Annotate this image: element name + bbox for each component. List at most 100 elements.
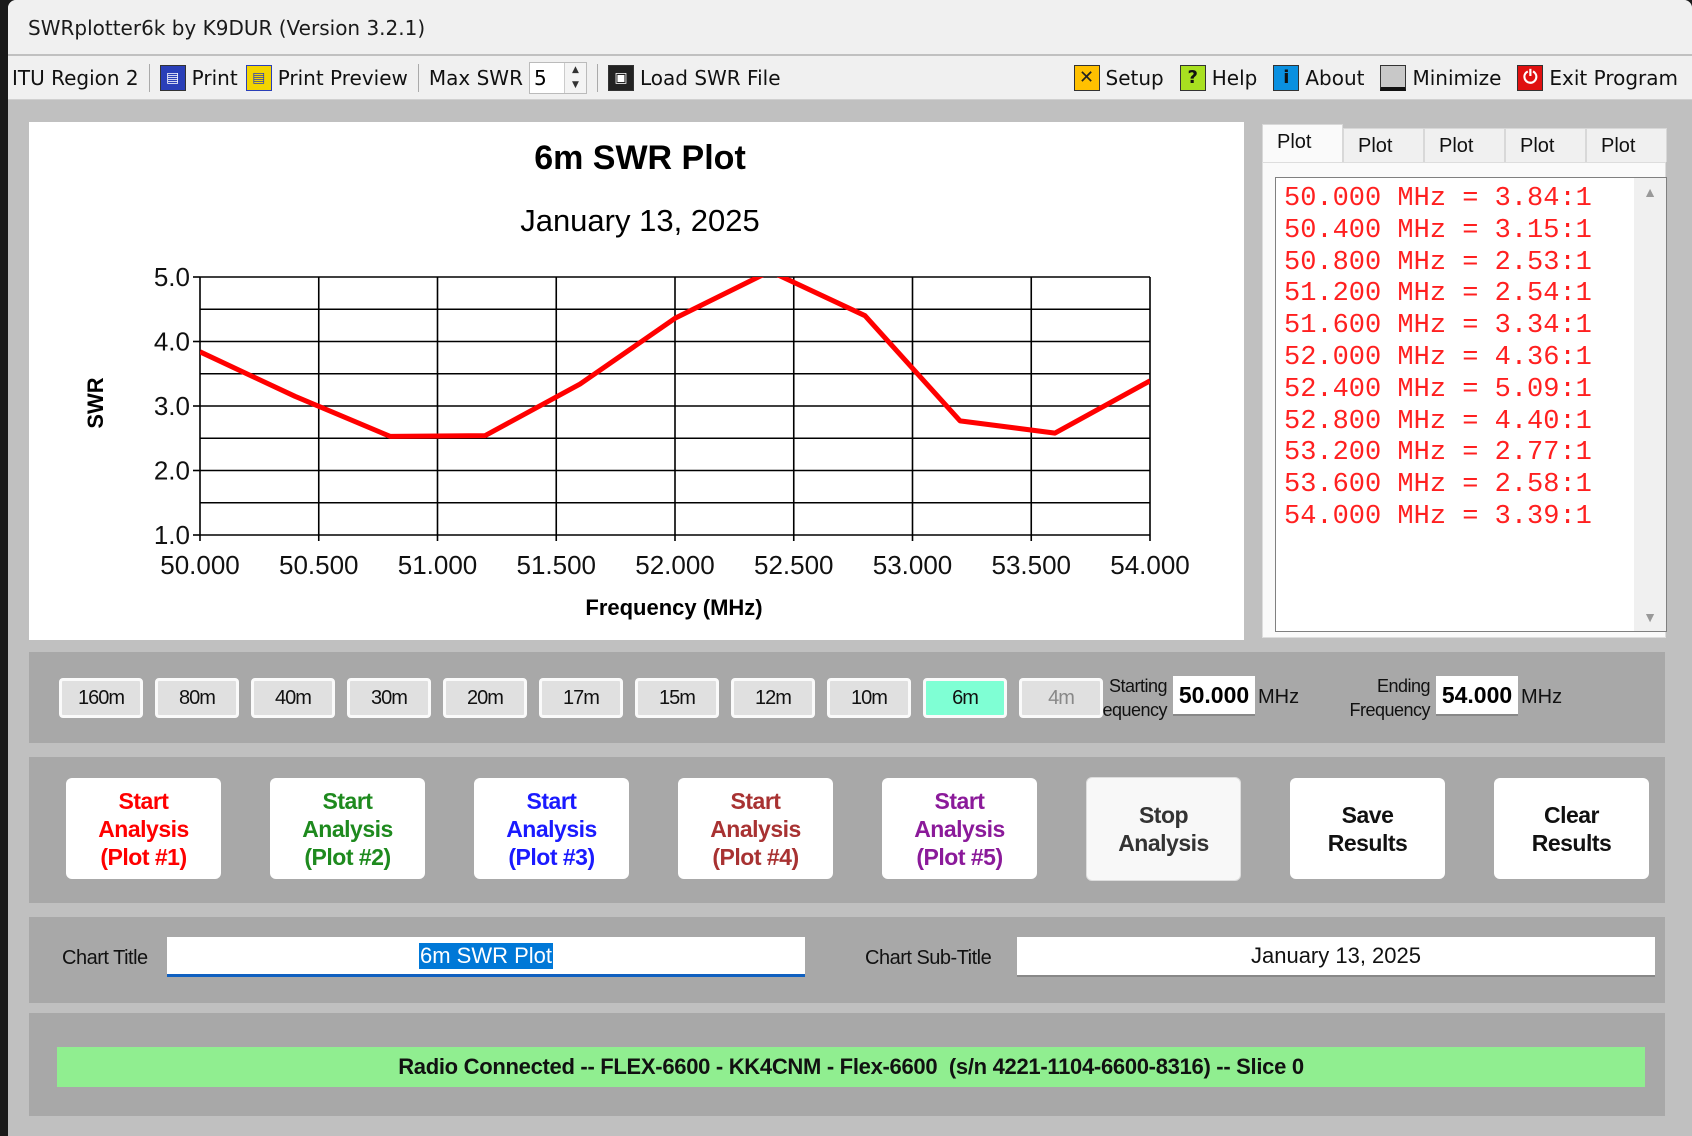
results-scrollbar[interactable]: ▲ ▼ xyxy=(1634,178,1666,631)
band-button-17m[interactable]: 17m xyxy=(539,678,623,718)
load-swr-file-button[interactable]: ▣ Load SWR File xyxy=(604,60,785,96)
y-tick-label: 4.0 xyxy=(154,327,190,357)
tab-plot-1[interactable]: Plot 1 xyxy=(1262,124,1343,187)
about-button[interactable]: i About xyxy=(1269,60,1368,96)
max-swr-input[interactable] xyxy=(529,62,564,93)
result-row: 51.200 MHz = 2.54:1 xyxy=(1284,279,1592,310)
band-button-15m[interactable]: 15m xyxy=(635,678,719,718)
result-row: 50.000 MHz = 3.84:1 xyxy=(1284,184,1592,214)
y-axis-label: SWR xyxy=(83,377,108,428)
band-button-80m[interactable]: 80m xyxy=(155,678,239,718)
itu-region-button[interactable]: ITU Region 2 xyxy=(8,60,143,96)
starting-frequency-input[interactable] xyxy=(1173,676,1255,716)
minimize-label: Minimize xyxy=(1412,65,1502,90)
button-label-line: (Plot #5) xyxy=(916,843,1003,870)
setup-label: Setup xyxy=(1105,65,1164,90)
result-row: 54.000 MHz = 3.39:1 xyxy=(1284,501,1592,532)
results-tabs-panel: Plot 1Plot 2Plot 3Plot 4Plot 5 50.000 MH… xyxy=(1252,124,1667,641)
exit-program-label: Exit Program xyxy=(1549,65,1678,90)
setup-button[interactable]: ✕ Setup xyxy=(1070,60,1168,96)
toolbar-separator xyxy=(417,63,419,92)
power-icon: ⏻ xyxy=(1517,64,1544,91)
button-label-line: Start xyxy=(526,787,577,814)
tab-strip: Plot 1Plot 2Plot 3Plot 4Plot 5 xyxy=(1262,124,1667,191)
help-button[interactable]: ? Help xyxy=(1176,60,1262,96)
tab-plot-3[interactable]: Plot 3 xyxy=(1424,128,1505,191)
chart-subtitle: January 13, 2025 xyxy=(520,203,760,238)
band-button-20m[interactable]: 20m xyxy=(443,678,527,718)
x-tick-label: 51.500 xyxy=(516,550,596,580)
band-button-10m[interactable]: 10m xyxy=(827,678,911,718)
ending-frequency-label-line1: Ending xyxy=(1376,676,1431,696)
print-preview-button[interactable]: ▤ Print Preview xyxy=(242,60,412,96)
tab-plot-5[interactable]: Plot 5 xyxy=(1586,128,1667,191)
chart-subtitle-input[interactable]: January 13, 2025 xyxy=(1017,937,1655,977)
minimize-button[interactable]: Minimize xyxy=(1376,60,1505,96)
start-analysis-plot-3-button[interactable]: Start Analysis (Plot #3) xyxy=(474,778,629,879)
spin-up-icon[interactable]: ▲ xyxy=(565,63,586,78)
button-label-line: Start xyxy=(322,787,373,814)
start-analysis-plot-4-button[interactable]: Start Analysis (Plot #4) xyxy=(678,778,833,879)
band-button-12m[interactable]: 12m xyxy=(731,678,815,718)
info-icon: i xyxy=(1273,64,1300,91)
save-results-button[interactable]: Save Results xyxy=(1290,778,1445,879)
start-analysis-plot-2-button[interactable]: Start Analysis (Plot #2) xyxy=(270,778,425,879)
minimize-icon xyxy=(1380,64,1407,91)
tab-plot-2[interactable]: Plot 2 xyxy=(1343,128,1424,191)
chart-subtitle-label: Chart Sub-Title xyxy=(865,947,992,969)
starting-frequency-unit: MHz xyxy=(1258,686,1300,708)
results-list-box[interactable]: 50.000 MHz = 3.84:1 50.400 MHz = 3.15:1 50… xyxy=(1275,177,1667,632)
result-row: 52.000 MHz = 4.36:1 xyxy=(1284,342,1592,373)
band-button-4m: 4m xyxy=(1019,678,1103,718)
x-tick-label: 53.000 xyxy=(873,550,953,580)
max-swr-spinner[interactable]: ▲ ▼ xyxy=(528,61,587,94)
toolbar-separator xyxy=(596,63,598,92)
swr-chart: 6m SWR Plot January 13, 2025 50.000 50.50… xyxy=(29,122,1244,640)
chart-title: 6m SWR Plot xyxy=(534,139,746,177)
x-tick-label: 53.500 xyxy=(991,550,1071,580)
x-axis-label: Frequency (MHz) xyxy=(585,595,762,620)
y-tick-label: 5.0 xyxy=(154,262,190,292)
clear-results-button[interactable]: Clear Results xyxy=(1494,778,1649,879)
start-analysis-plot-1-button[interactable]: Start Analysis (Plot #1) xyxy=(66,778,221,879)
start-analysis-plot-5-button[interactable]: Start Analysis (Plot #5) xyxy=(882,778,1037,879)
chart-title-input[interactable]: 6m SWR Plot xyxy=(167,937,805,977)
title-bar: SWRplotter6k by K9DUR (Version 3.2.1) xyxy=(8,0,1692,54)
band-selector-panel: Starting Frequency MHz Ending Frequency … xyxy=(29,652,1665,743)
toolbar: ITU Region 2 ▤ Print ▤ Print Preview Max… xyxy=(8,56,1692,100)
x-tick-label: 54.000 xyxy=(1110,550,1190,580)
band-button-160m[interactable]: 160m xyxy=(59,678,143,718)
ending-frequency-input[interactable] xyxy=(1436,676,1518,716)
y-tick-label: 1.0 xyxy=(154,520,190,550)
x-tick-label: 50.500 xyxy=(279,550,359,580)
spin-down-icon[interactable]: ▼ xyxy=(565,78,586,93)
print-button[interactable]: ▤ Print xyxy=(156,60,242,96)
band-button-40m[interactable]: 40m xyxy=(251,678,335,718)
y-tick-label: 2.0 xyxy=(154,456,190,486)
ending-frequency-label: Ending Frequency xyxy=(1323,674,1430,722)
radio-status-bar: Radio Connected -- FLEX-6600 - KK4CNM - … xyxy=(57,1047,1645,1087)
band-button-30m[interactable]: 30m xyxy=(347,678,431,718)
tools-icon: ✕ xyxy=(1073,64,1100,91)
tab-plot-4[interactable]: Plot 4 xyxy=(1505,128,1586,191)
toolbar-separator xyxy=(148,63,150,92)
button-label-line: Results xyxy=(1327,829,1408,856)
chart-title-value: 6m SWR Plot xyxy=(418,942,554,969)
button-label-line: Results xyxy=(1531,829,1612,856)
results-list: 50.000 MHz = 3.84:1 50.400 MHz = 3.15:1 50… xyxy=(1284,184,1592,534)
scroll-down-icon[interactable]: ▼ xyxy=(1634,609,1666,625)
x-tick-label: 52.000 xyxy=(635,550,715,580)
chart-svg: 6m SWR Plot January 13, 2025 50.000 50.50… xyxy=(83,139,1190,620)
itu-region-label: ITU Region 2 xyxy=(12,65,139,90)
button-label-line: (Plot #4) xyxy=(712,843,799,870)
printer-icon: ▤ xyxy=(159,64,186,91)
button-label-line: Analysis xyxy=(506,815,597,842)
button-label-line: Analysis xyxy=(710,815,801,842)
stop-analysis-button[interactable]: Stop Analysis xyxy=(1086,777,1241,881)
exit-program-button[interactable]: ⏻ Exit Program xyxy=(1513,60,1682,96)
app-window: SWRplotter6k by K9DUR (Version 3.2.1) IT… xyxy=(8,0,1692,1136)
about-label: About xyxy=(1305,65,1365,90)
scroll-up-icon[interactable]: ▲ xyxy=(1634,184,1666,200)
result-row: 51.600 MHz = 3.34:1 xyxy=(1284,311,1592,342)
band-button-6m[interactable]: 6m xyxy=(923,678,1007,718)
